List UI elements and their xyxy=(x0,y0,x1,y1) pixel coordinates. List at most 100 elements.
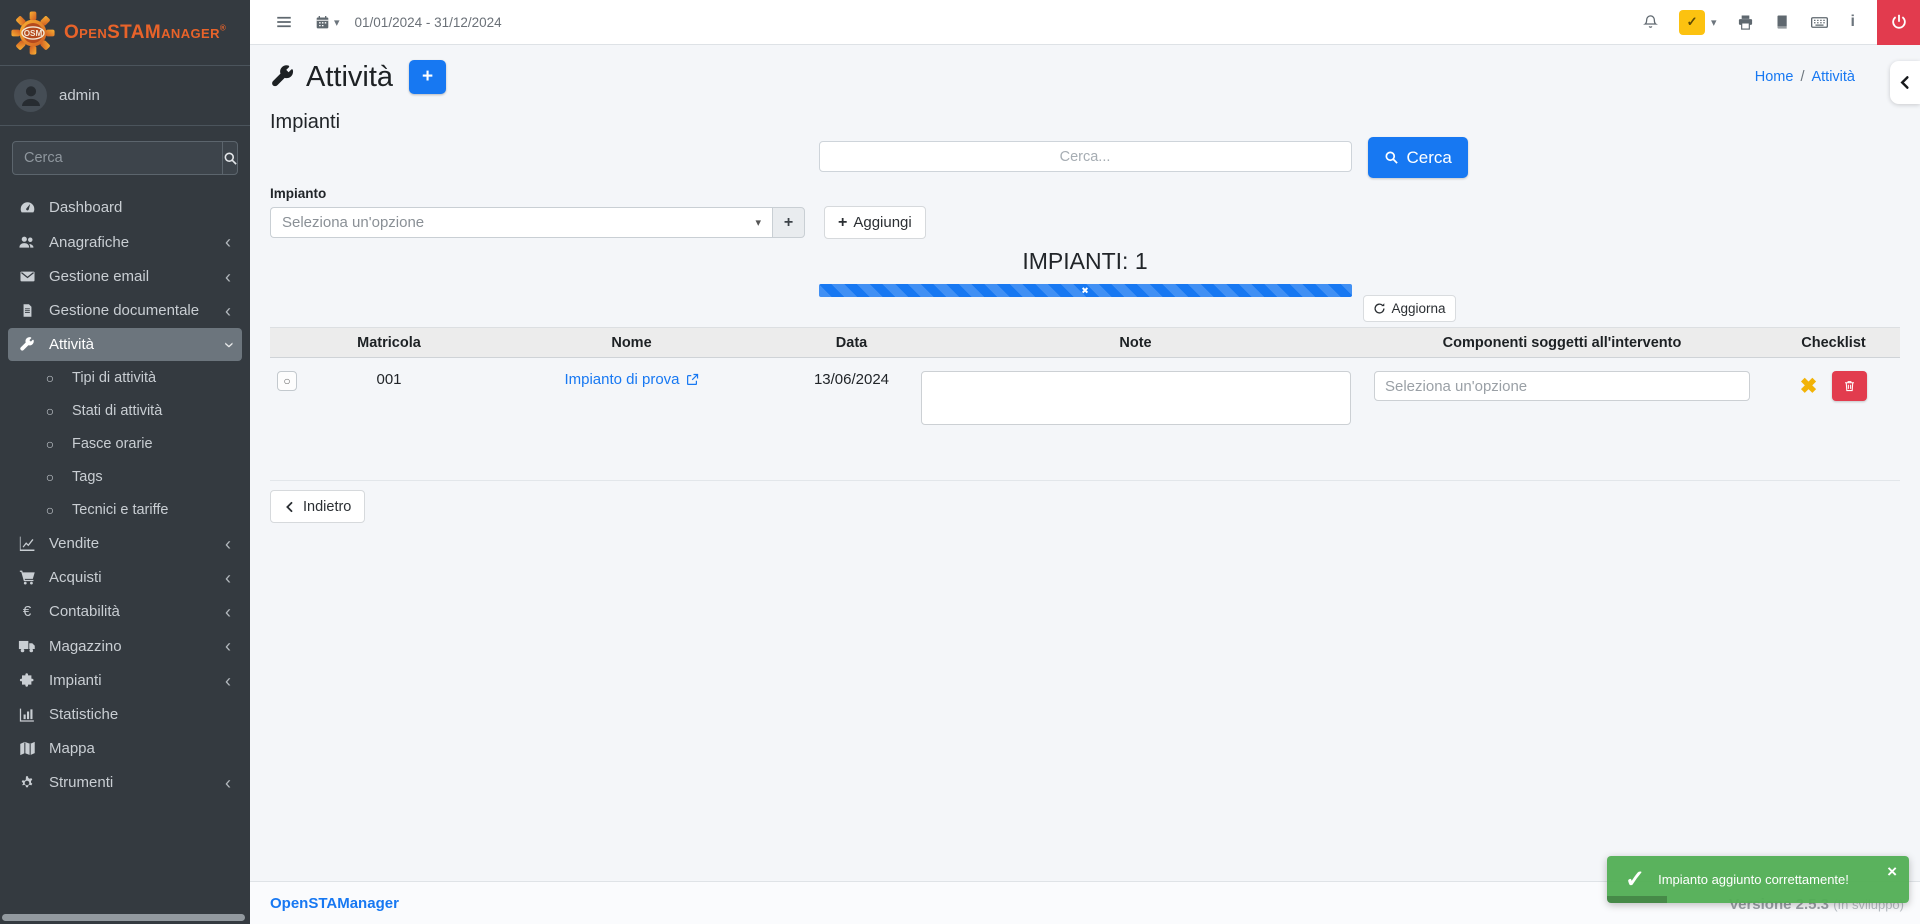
map-icon xyxy=(15,740,39,757)
sidebar-item-label: Magazzino xyxy=(49,638,122,655)
book-icon[interactable] xyxy=(1774,14,1790,30)
search-row: Cerca xyxy=(819,141,1352,183)
info-icon[interactable]: i xyxy=(1849,13,1857,31)
sidebar-item-magazzino[interactable]: Magazzino ‹ xyxy=(8,629,242,663)
user-panel[interactable]: admin xyxy=(0,66,250,126)
sidebar-item-label: Anagrafiche xyxy=(49,234,129,251)
back-button[interactable]: Indietro xyxy=(270,490,365,523)
delete-row-button[interactable] xyxy=(1832,371,1867,401)
table-row: ○ 001 Impianto di prova 13/06/2024 xyxy=(270,358,1900,468)
sidebar-item-contabilita[interactable]: € Contabilità ‹ xyxy=(8,595,242,628)
row-note-textarea[interactable] xyxy=(921,371,1351,425)
date-range[interactable]: 01/01/2024 - 31/12/2024 xyxy=(355,15,502,30)
chart-line-icon xyxy=(15,535,39,552)
check-toggle-button[interactable]: ✓ xyxy=(1679,10,1705,35)
row-checklist-cell: ✖ xyxy=(1800,371,1868,401)
impianti-table: Matricola Nome Data Note Componenti sogg… xyxy=(270,327,1900,467)
toast-progress xyxy=(1607,896,1667,903)
circle-icon: ○ xyxy=(38,502,62,518)
sidebar-item-label: Gestione email xyxy=(49,268,149,285)
sidebar-item-vendite[interactable]: Vendite ‹ xyxy=(8,527,242,560)
check-icon: ✓ xyxy=(1625,865,1645,894)
chevron-left-icon: ‹ xyxy=(225,777,235,789)
chevron-left-icon: ‹ xyxy=(225,640,235,652)
printer-icon[interactable] xyxy=(1737,14,1754,31)
chevron-left-icon: ‹ xyxy=(225,305,235,317)
row-select-radio[interactable]: ○ xyxy=(277,371,297,391)
aggiungi-button[interactable]: + Aggiungi xyxy=(824,206,926,239)
sidebar-item-label: Dashboard xyxy=(49,199,122,216)
sidebar-item-anagrafiche[interactable]: Anagrafiche ‹ xyxy=(8,225,242,259)
sidebar-item-tecnici-e-tariffe[interactable]: ○ Tecnici e tariffe xyxy=(8,494,242,526)
progress-marker-icon: ✖ xyxy=(1081,286,1089,295)
logo-text: OSM xyxy=(24,28,43,37)
hamburger-icon[interactable] xyxy=(275,13,293,31)
sidebar-item-impianti[interactable]: Impianti ‹ xyxy=(8,664,242,697)
app-logo[interactable]: OSM OpenSTAManager® xyxy=(0,0,250,66)
sidebar-item-acquisti[interactable]: Acquisti ‹ xyxy=(8,561,242,594)
footer-brand-link[interactable]: OpenSTAManager xyxy=(270,895,399,912)
title-row: Attività + Home / Attività xyxy=(270,60,1900,94)
sidebar-item-tags[interactable]: ○ Tags xyxy=(8,461,242,493)
sidebar-item-fasce-orarie[interactable]: ○ Fasce orarie xyxy=(8,428,242,460)
bell-icon[interactable] xyxy=(1642,14,1659,31)
row-impianto-link[interactable]: Impianto di prova xyxy=(564,371,698,388)
search-input[interactable] xyxy=(819,141,1352,172)
euro-icon: € xyxy=(15,603,39,620)
registered-mark: ® xyxy=(220,23,226,32)
breadcrumb: Home / Attività xyxy=(1755,69,1900,85)
sidebar-item-dashboard[interactable]: Dashboard xyxy=(8,191,242,224)
sidebar-item-statistiche[interactable]: Statistiche xyxy=(8,698,242,731)
divider xyxy=(270,480,1900,481)
impianto-quick-add-button[interactable]: + xyxy=(772,207,805,238)
main-area: ▾ 01/01/2024 - 31/12/2024 ✓ ▾ i xyxy=(250,0,1920,924)
keyboard-icon[interactable] xyxy=(1810,13,1829,32)
sidebar-item-label: Statistiche xyxy=(49,706,118,723)
sidebar-search-button[interactable] xyxy=(222,142,238,174)
sidebar-scrollbar-thumb[interactable] xyxy=(2,914,245,921)
sidebar-item-strumenti[interactable]: Strumenti ‹ xyxy=(8,766,242,799)
add-activity-button[interactable]: + xyxy=(409,60,446,94)
caret-down-icon: ▾ xyxy=(755,216,761,229)
side-panel-toggle[interactable] xyxy=(1890,61,1920,104)
bar-chart-icon xyxy=(15,706,39,723)
file-icon xyxy=(15,303,39,318)
search-button[interactable]: Cerca xyxy=(1368,137,1468,178)
back-button-label: Indietro xyxy=(303,499,351,515)
row-componenti-input[interactable] xyxy=(1374,371,1750,401)
breadcrumb-current-link[interactable]: Attività xyxy=(1811,69,1855,85)
sidebar-item-label: Vendite xyxy=(49,535,99,552)
circle-icon: ○ xyxy=(38,370,62,386)
sidebar-item-label: Contabilità xyxy=(49,603,120,620)
row-matricola: 001 xyxy=(376,371,401,388)
aggiungi-label: Aggiungi xyxy=(853,214,911,231)
breadcrumb-home-link[interactable]: Home xyxy=(1755,69,1794,85)
sidebar-item-label: Tecnici e tariffe xyxy=(72,502,168,518)
impianti-summary: IMPIANTI: 1 ✖ Aggiorna xyxy=(819,248,1352,297)
sidebar-item-gestione-documentale[interactable]: Gestione documentale ‹ xyxy=(8,294,242,327)
sidebar-item-tipi-di-attivita[interactable]: ○ Tipi di attività xyxy=(8,362,242,394)
sidebar-item-stati-di-attivita[interactable]: ○ Stati di attività xyxy=(8,395,242,427)
aggiorna-label: Aggiorna xyxy=(1391,301,1445,316)
circle-icon: ○ xyxy=(38,403,62,419)
impianto-select[interactable]: Seleziona un'opzione ▾ xyxy=(270,207,772,238)
impianto-select-group: Seleziona un'opzione ▾ + xyxy=(270,207,805,238)
checklist-toggle-icon[interactable]: ✖ xyxy=(1800,376,1818,397)
logout-button[interactable] xyxy=(1877,0,1920,45)
sidebar-item-label: Gestione documentale xyxy=(49,302,199,319)
close-icon[interactable]: × xyxy=(1887,863,1897,880)
impianto-label: Impianto xyxy=(270,186,1900,201)
brand-name: OpenSTAManager® xyxy=(64,22,226,44)
sidebar-item-mappa[interactable]: Mappa xyxy=(8,732,242,765)
gear-icon xyxy=(15,775,39,791)
sidebar-search-input[interactable] xyxy=(13,142,222,174)
sidebar-item-attivita[interactable]: Attività ‹ xyxy=(8,328,242,361)
impianto-row: Seleziona un'opzione ▾ + + Aggiungi xyxy=(270,207,1900,239)
impianto-select-placeholder: Seleziona un'opzione xyxy=(282,214,424,231)
sidebar-item-gestione-email[interactable]: Gestione email ‹ xyxy=(8,260,242,293)
aggiorna-button[interactable]: Aggiorna xyxy=(1363,295,1455,322)
plus-icon: + xyxy=(784,214,793,232)
caret-down-icon[interactable]: ▾ xyxy=(1711,16,1717,29)
chevron-left-icon: ‹ xyxy=(225,538,235,550)
calendar-dropdown[interactable]: ▾ xyxy=(315,15,340,30)
